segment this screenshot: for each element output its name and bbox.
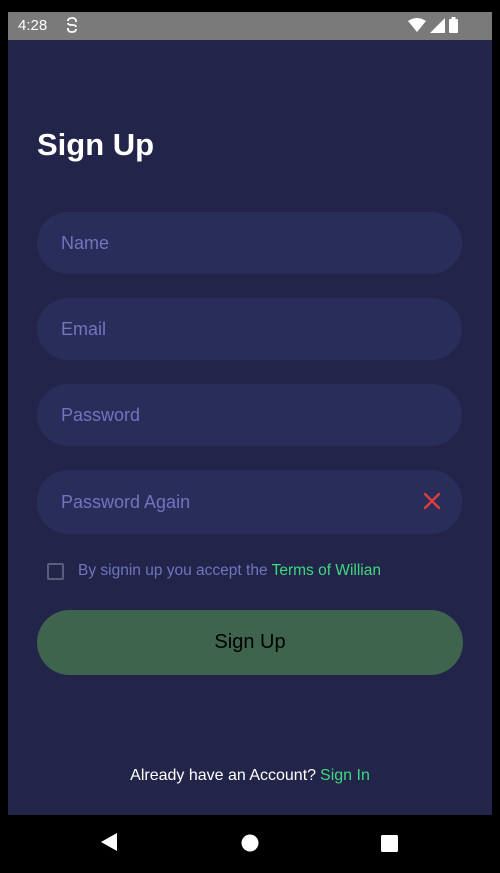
name-input[interactable] (37, 212, 462, 274)
terms-checkbox[interactable] (47, 562, 64, 580)
home-icon[interactable] (241, 834, 259, 852)
signal-icon (430, 17, 445, 33)
status-icons (408, 17, 458, 33)
signup-screen: Sign Up By signin up you accept the Term… (8, 40, 492, 815)
signin-prompt-text: Already have an Account? (130, 767, 317, 784)
recents-icon[interactable] (381, 835, 398, 852)
wifi-icon (408, 17, 426, 32)
status-bar: 4:28 (8, 12, 492, 40)
battery-icon (449, 17, 458, 33)
signin-link[interactable]: Sign In (320, 767, 370, 784)
signup-button[interactable]: Sign Up (37, 610, 463, 675)
back-icon[interactable] (100, 832, 118, 852)
password-again-input[interactable] (37, 470, 462, 534)
close-icon[interactable] (422, 491, 442, 511)
status-time: 4:28 (18, 17, 48, 34)
password-field-container (37, 384, 462, 446)
page-title: Sign Up (37, 127, 155, 162)
email-field-container (37, 298, 462, 360)
name-field-container (37, 212, 462, 274)
signin-prompt: Already have an Account? Sign In (8, 767, 492, 785)
terms-link[interactable]: Terms of Willian (272, 562, 381, 580)
email-input[interactable] (37, 298, 462, 360)
sync-icon (67, 17, 77, 33)
terms-row: By signin up you accept the Terms of Wil… (47, 562, 381, 580)
password-again-field-container (37, 470, 462, 534)
navigation-bar (0, 815, 500, 873)
password-input[interactable] (37, 384, 462, 446)
terms-text: By signin up you accept the (78, 562, 268, 579)
